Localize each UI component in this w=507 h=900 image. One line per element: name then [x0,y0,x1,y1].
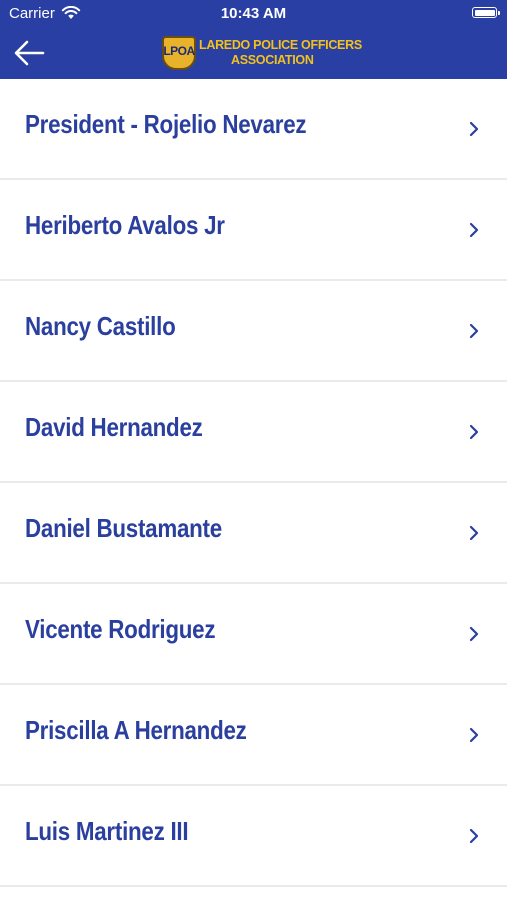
status-bar: Carrier 10:43 AM [0,0,507,28]
list-item-label: Daniel Bustamante [25,513,222,543]
logo-title-line1: LAREDO POLICE OFFICERS [199,38,362,52]
lpoa-logo: LPOA LAREDO POLICE OFFICERS ASSOCIATION [162,35,362,73]
list-item-label: Priscilla A Hernandez [25,715,247,745]
member-list: President - Rojelio Nevarez Heriberto Av… [0,79,507,887]
list-item-priscilla-a-hernandez[interactable]: Priscilla A Hernandez [0,685,507,786]
chevron-right-icon [469,424,479,440]
list-item-label: David Hernandez [25,412,203,442]
logo-badge-text: LPOA [163,44,195,58]
chevron-right-icon [469,323,479,339]
list-item-vicente-rodriguez[interactable]: Vicente Rodriguez [0,584,507,685]
clock: 10:43 AM [220,5,287,22]
list-item-label: Vicente Rodriguez [25,614,216,644]
chevron-right-icon [469,626,479,642]
list-item-heriberto-avalos-jr[interactable]: Heriberto Avalos Jr [0,180,507,281]
logo-badge-icon: LPOA [162,36,196,70]
logo-title-line2: ASSOCIATION [231,53,314,67]
chevron-right-icon [469,222,479,238]
list-item-nancy-castillo[interactable]: Nancy Castillo [0,281,507,382]
list-item-label: Heriberto Avalos Jr [25,210,225,240]
navigation-bar: Carrier 10:43 AM LPOA LAREDO POLICE OFFI… [0,0,507,79]
list-item-david-hernandez[interactable]: David Hernandez [0,382,507,483]
chevron-right-icon [469,727,479,743]
list-item-label: President - Rojelio Nevarez [25,109,307,139]
list-item-daniel-bustamante[interactable]: Daniel Bustamante [0,483,507,584]
battery-icon [472,7,500,18]
back-arrow-icon[interactable] [12,36,48,70]
chevron-right-icon [469,525,479,541]
list-item-luis-martinez-iii[interactable]: Luis Martinez III [0,786,507,887]
list-item-president-rojelio-nevarez[interactable]: President - Rojelio Nevarez [0,79,507,180]
list-item-label: Nancy Castillo [25,311,176,341]
chevron-right-icon [469,121,479,137]
list-item-label: Luis Martinez III [25,816,189,846]
chevron-right-icon [469,828,479,844]
